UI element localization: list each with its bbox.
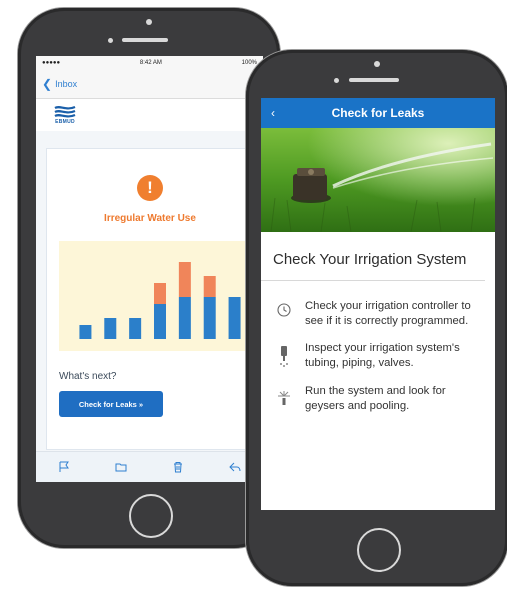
- step-item: Run the system and look for geysers and …: [261, 372, 495, 415]
- ebmud-logo-mark: [54, 105, 76, 118]
- app-header-title: Check for Leaks: [331, 106, 425, 120]
- step-icon-wrap: [273, 384, 295, 415]
- folder-icon[interactable]: [115, 461, 127, 473]
- home-button[interactable]: [129, 494, 173, 538]
- irregular-usage-bar: [203, 276, 216, 297]
- clock-icon: [277, 302, 291, 317]
- whats-next-heading: What's next?: [59, 371, 117, 382]
- usage-chart-svg: [79, 262, 241, 339]
- section-title: Check Your Irrigation System: [261, 232, 485, 281]
- home-button[interactable]: [357, 528, 401, 572]
- app-header: ‹ Check for Leaks: [261, 98, 495, 128]
- check-for-leaks-button[interactable]: Check for Leaks »: [59, 391, 163, 417]
- step-icon-wrap: [273, 299, 295, 330]
- usage-bar: [79, 325, 92, 339]
- ebmud-logo: EBMUD: [52, 105, 78, 125]
- sprinkler-head-icon: [280, 346, 288, 367]
- camera-dot: [146, 19, 152, 25]
- usage-bar: [104, 318, 117, 339]
- app-phone: ‹ Check for Leaks Check Your Irrigation …: [246, 50, 507, 586]
- irregular-usage-bar: [154, 283, 166, 304]
- trash-icon[interactable]: [172, 461, 184, 473]
- exclamation-icon: !: [137, 175, 163, 201]
- email-body: ! Irregular Water Use What's next? Check…: [46, 148, 254, 450]
- step-text: Run the system and look for geysers and …: [305, 384, 446, 412]
- spray-icon: [278, 390, 290, 405]
- email-header: EBMUD: [36, 99, 263, 131]
- earpiece-speaker: [349, 78, 399, 82]
- email-screen: ●●●●● 8:42 AM 100% ❮ Inbox ︿ EBMUD !: [36, 56, 263, 482]
- status-time: 8:42 AM: [139, 60, 162, 66]
- inbox-back-button[interactable]: ❮ Inbox: [42, 77, 77, 91]
- usage-bar: [228, 297, 241, 339]
- earpiece-speaker: [122, 38, 168, 42]
- usage-bar: [154, 304, 166, 339]
- camera-dot: [374, 61, 380, 67]
- alert-title: Irregular Water Use: [104, 213, 196, 224]
- flag-icon[interactable]: [58, 461, 70, 473]
- battery-level: 100%: [241, 60, 257, 66]
- sprinkler-photo-art: [261, 128, 495, 232]
- carrier-signal: ●●●●●: [42, 60, 61, 66]
- app-screen: ‹ Check for Leaks Check Your Irrigation …: [261, 98, 495, 510]
- irregular-usage-bar: [178, 262, 191, 297]
- usage-chart: [59, 241, 253, 351]
- status-bar: ●●●●● 8:42 AM 100%: [36, 56, 263, 70]
- step-item: Inspect your irrigation system's tubing,…: [261, 329, 495, 372]
- step-text: Check your irrigation controller to see …: [305, 299, 471, 327]
- ebmud-logo-text: EBMUD: [55, 119, 75, 125]
- inbox-back-label: Inbox: [55, 79, 78, 89]
- sensor-dot: [108, 38, 113, 43]
- back-chevron-icon[interactable]: ‹: [271, 106, 275, 120]
- step-text: Inspect your irrigation system's tubing,…: [305, 342, 460, 370]
- mail-toolbar: [36, 451, 263, 482]
- sprinkler-photo: [261, 128, 495, 232]
- chevron-left-icon: ❮: [42, 77, 53, 91]
- usage-bar: [129, 318, 142, 339]
- usage-bar: [178, 297, 191, 339]
- sensor-dot: [334, 78, 339, 83]
- email-phone: ●●●●● 8:42 AM 100% ❮ Inbox ︿ EBMUD !: [18, 8, 280, 548]
- usage-bar: [203, 297, 216, 339]
- mail-nav-bar: ❮ Inbox ︿: [36, 70, 263, 99]
- step-item: Check your irrigation controller to see …: [261, 281, 495, 330]
- reply-icon[interactable]: [228, 461, 241, 473]
- step-icon-wrap: [273, 341, 295, 372]
